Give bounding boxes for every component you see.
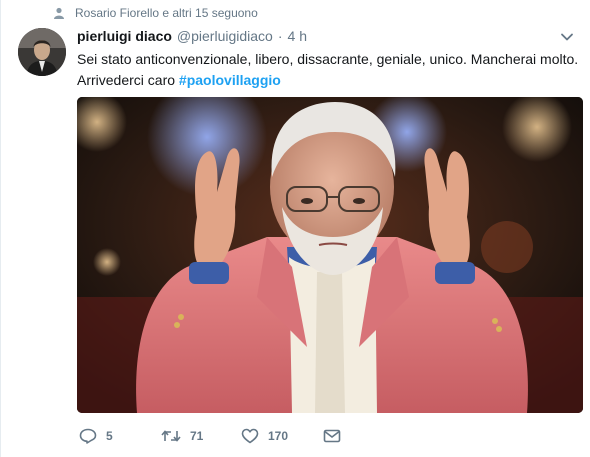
- separator-dot: ·: [277, 28, 283, 44]
- direct-message-button[interactable]: [323, 429, 341, 443]
- photo-image: [77, 97, 583, 413]
- retweet-button[interactable]: 71: [161, 428, 241, 444]
- like-count: 170: [268, 429, 289, 443]
- reply-button[interactable]: 5: [79, 428, 161, 444]
- direct-message-icon: [323, 429, 341, 443]
- reply-count: 5: [106, 429, 113, 443]
- chevron-down-icon[interactable]: [560, 30, 574, 44]
- person-icon: [54, 7, 64, 19]
- author-fullname[interactable]: pierluigi diaco: [77, 28, 172, 44]
- avatar-image: [18, 28, 66, 76]
- tweet-actions: 5 71 170: [79, 428, 341, 444]
- tweet[interactable]: Rosario Fiorello e altri 15 seguono pier…: [0, 0, 590, 457]
- like-button[interactable]: 170: [241, 428, 323, 444]
- avatar[interactable]: [18, 28, 66, 76]
- tweet-timestamp[interactable]: 4 h: [288, 28, 307, 44]
- like-icon: [241, 428, 259, 444]
- tweet-text: Sei stato anticonvenzionale, libero, dis…: [77, 49, 582, 91]
- retweet-icon: [161, 430, 181, 442]
- author-handle[interactable]: @pierluigidiaco: [177, 28, 273, 44]
- tweet-body: Sei stato anticonvenzionale, libero, dis…: [77, 51, 579, 88]
- social-context: Rosario Fiorello e altri 15 seguono: [53, 6, 258, 20]
- reply-icon: [79, 428, 97, 444]
- tweet-header: pierluigi diaco @pierluigidiaco · 4 h: [77, 28, 307, 44]
- social-context-text[interactable]: Rosario Fiorello e altri 15 seguono: [75, 6, 258, 20]
- retweet-count: 71: [190, 429, 204, 443]
- tweet-photo[interactable]: [77, 97, 583, 413]
- hashtag-link[interactable]: #paolovillaggio: [179, 72, 281, 88]
